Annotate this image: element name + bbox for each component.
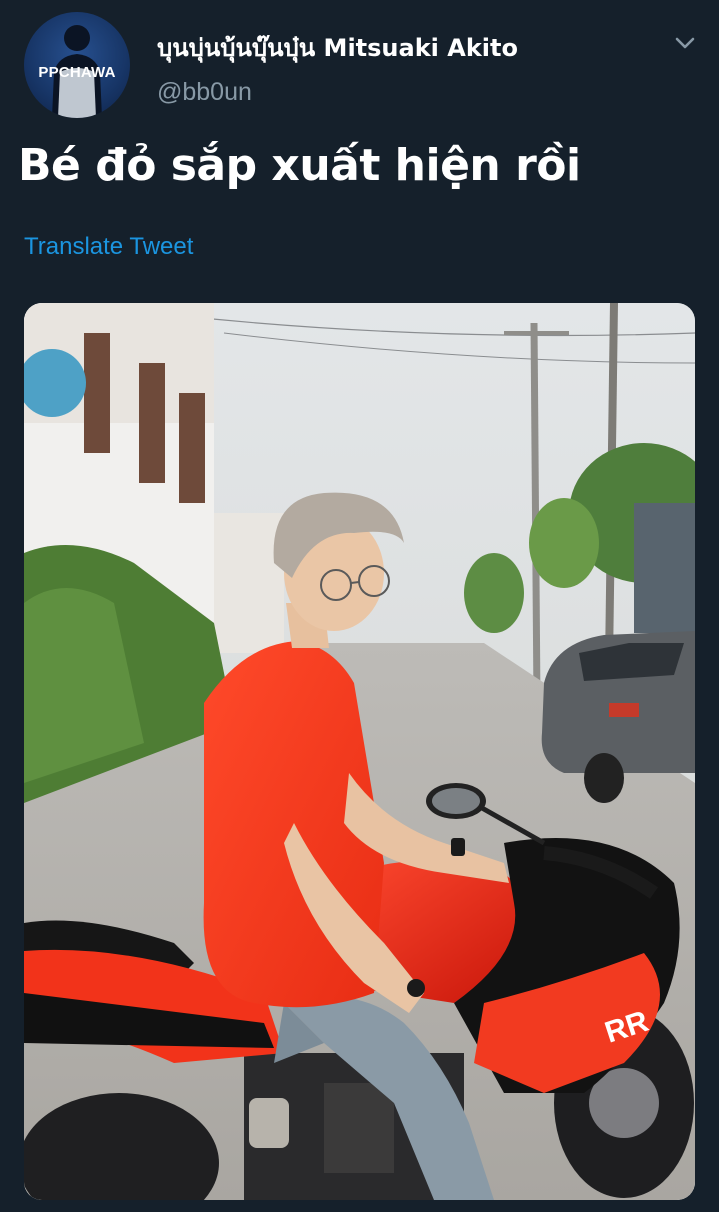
user-handle[interactable]: @bb0un (157, 78, 252, 107)
tweet-container: PPCHAWA บุนบุ่นบุ้นบุ๊นบุ๋น Mitsuaki Aki… (0, 0, 719, 1212)
chevron-down-icon[interactable] (672, 30, 698, 56)
display-name[interactable]: บุนบุ่นบุ้นบุ๊นบุ๋น Mitsuaki Akito (157, 28, 518, 67)
avatar-label: PPCHAWA (38, 64, 116, 81)
avatar[interactable]: PPCHAWA (24, 12, 130, 118)
translate-tweet-link[interactable]: Translate Tweet (24, 233, 193, 261)
tweet-photo[interactable]: RR (24, 303, 695, 1200)
photo-illustration: RR (24, 303, 695, 1200)
tweet-text: Bé đỏ sắp xuất hiện rồi (18, 140, 581, 191)
